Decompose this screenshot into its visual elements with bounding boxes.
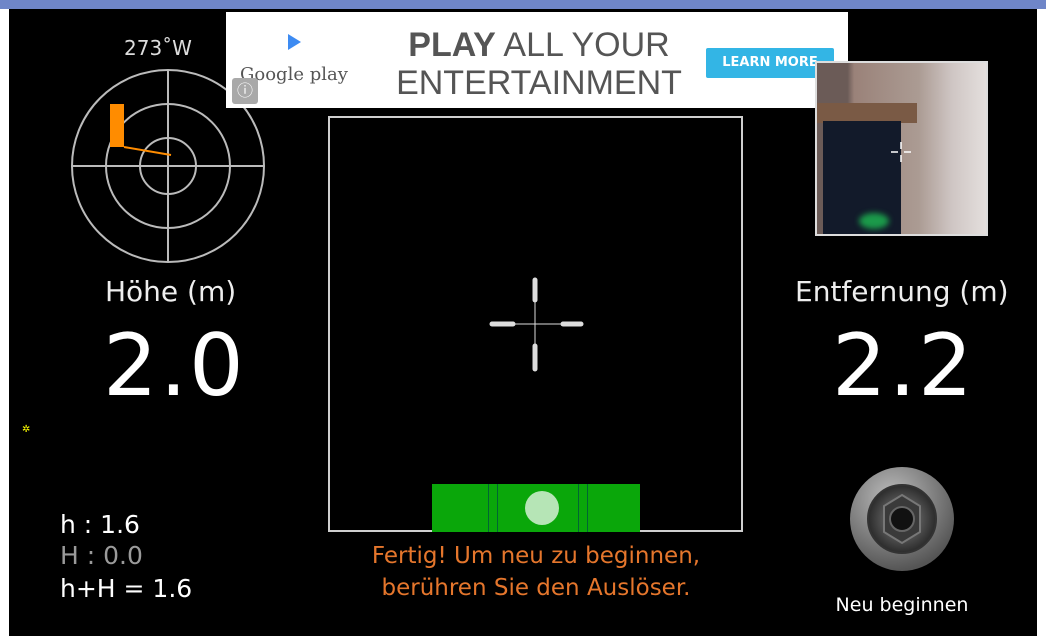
- level-bubble: [525, 491, 559, 525]
- play-store-icon: [288, 34, 301, 50]
- left-border: [0, 9, 9, 636]
- height-label: Höhe (m): [105, 275, 237, 308]
- camera-shutter-icon[interactable]: [848, 465, 956, 573]
- ad-banner[interactable]: Google play ⓘ PLAY ALL YOUR ENTERTAINMEN…: [226, 12, 848, 108]
- ad-headline: PLAY ALL YOUR ENTERTAINMENT: [394, 26, 684, 102]
- stat-h: h : 1.6: [60, 510, 140, 539]
- ad-headline-line2: ENTERTAINMENT: [396, 64, 682, 102]
- status-message-line2: berühren Sie den Auslöser.: [381, 575, 691, 601]
- green-light: [859, 213, 889, 229]
- crosshair-icon: [489, 277, 584, 372]
- stat-H: H : 0.0: [60, 541, 143, 570]
- status-message: Fertig! Um neu zu beginnen, berühren Sie…: [336, 540, 736, 604]
- sparkle-icon: ✲: [22, 424, 31, 435]
- distance-label: Entfernung (m): [795, 275, 1009, 308]
- level-divider: [578, 484, 588, 532]
- top-status-bar: [0, 0, 1046, 9]
- door-frame: [817, 103, 917, 123]
- level-divider: [488, 484, 498, 532]
- right-border: [1037, 9, 1046, 636]
- info-icon[interactable]: ⓘ: [232, 78, 258, 104]
- ad-headline-rest: ALL YOUR: [495, 26, 670, 64]
- stat-sum: h+H = 1.6: [60, 574, 193, 603]
- spirit-level-icon: [432, 484, 640, 532]
- restart-label[interactable]: Neu beginnen: [820, 594, 984, 616]
- status-message-line1: Fertig! Um neu zu beginnen,: [371, 543, 701, 569]
- distance-value: 2.2: [832, 316, 975, 416]
- ad-headline-bold: PLAY: [408, 26, 496, 64]
- compass-heading: 273˚W: [124, 36, 192, 60]
- preview-crosshair-icon: [891, 142, 911, 162]
- height-value: 2.0: [103, 316, 246, 416]
